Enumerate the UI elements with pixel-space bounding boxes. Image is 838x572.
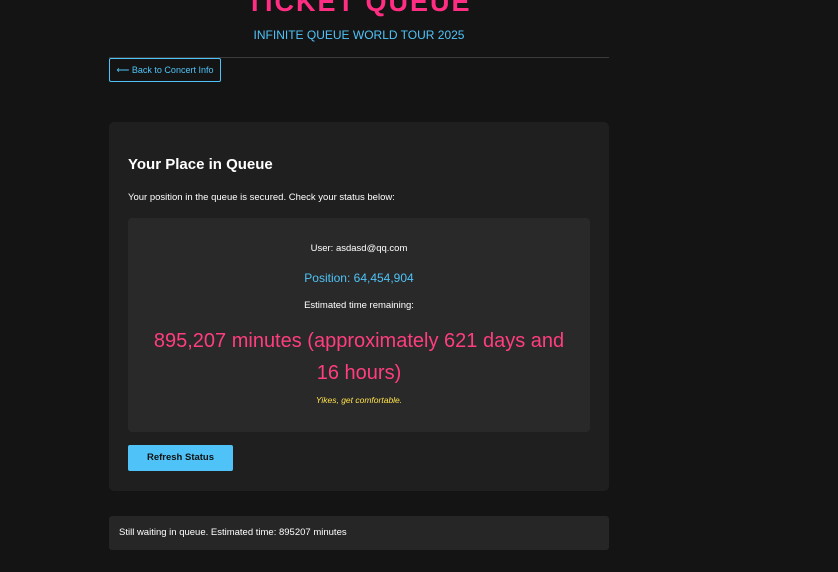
queue-card: Your Place in Queue Your position in the…	[109, 122, 609, 491]
tour-subtitle: INFINITE QUEUE WORLD TOUR 2025	[253, 28, 465, 42]
queue-card-intro: Your position in the queue is secured. C…	[128, 192, 395, 203]
queue-status-box: User: asdasd@qq.com Position: 64,454,904…	[128, 218, 590, 432]
queue-user: User: asdasd@qq.com	[310, 243, 408, 254]
queue-position: Position: 64,454,904	[304, 271, 414, 285]
queue-status-message: Still waiting in queue. Estimated time: …	[109, 516, 609, 550]
page-title: TICKET QUEUE	[246, 0, 472, 17]
queue-page: TICKET QUEUE INFINITE QUEUE WORLD TOUR 2…	[0, 0, 838, 572]
refresh-status-button[interactable]: Refresh Status	[128, 445, 233, 471]
back-to-concert-info-button[interactable]: ⟵ Back to Concert Info	[109, 58, 221, 82]
estimated-time-label: Estimated time remaining:	[304, 300, 414, 311]
estimated-time-value: 895,207 minutes (approximately 621 days …	[153, 330, 565, 384]
queue-quip: Yikes, get comfortable.	[315, 395, 403, 405]
queue-card-title: Your Place in Queue	[128, 156, 273, 173]
